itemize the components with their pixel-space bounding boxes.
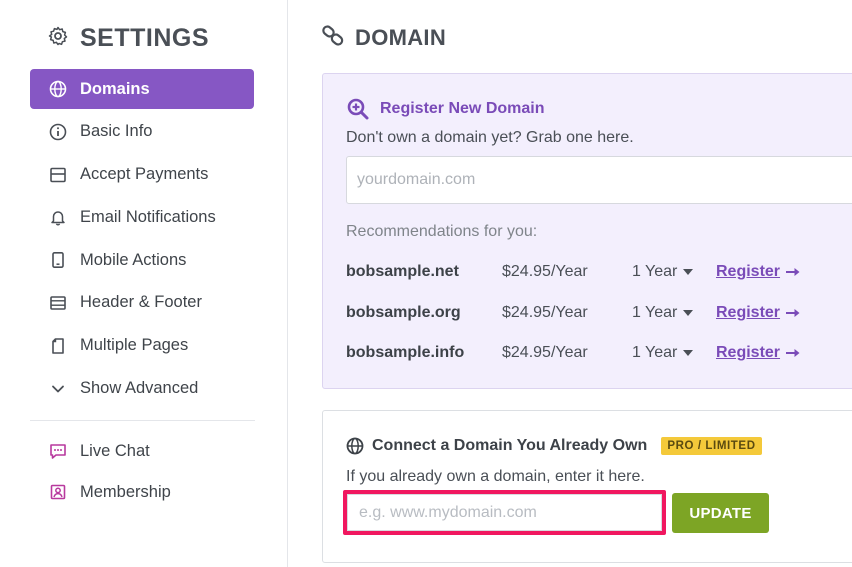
sidebar-item-mobile-actions[interactable]: Mobile Actions <box>30 240 254 280</box>
sidebar-item-header-footer[interactable]: Header & Footer <box>30 283 254 323</box>
chat-icon <box>50 444 66 459</box>
register-title: Register New Domain <box>380 100 545 117</box>
term-select[interactable]: 1 Year <box>632 263 716 281</box>
caret-down-icon <box>683 310 694 316</box>
arrow-right-icon <box>786 268 800 276</box>
chevron-down-icon <box>52 385 64 392</box>
arrow-right-icon <box>786 309 800 317</box>
recommendation-row: bobsample.org $24.95/Year 1 Year Registe… <box>346 301 800 325</box>
existing-domain-input[interactable]: e.g. www.mydomain.com <box>347 494 662 531</box>
connect-title: Connect a Domain You Already Own <box>372 437 648 454</box>
credit-card-icon <box>50 167 66 182</box>
existing-domain-placeholder: e.g. www.mydomain.com <box>359 503 537 521</box>
sidebar-item-live-chat[interactable]: Live Chat <box>30 431 254 471</box>
sidebar-item-label: Accept Payments <box>80 165 209 184</box>
pro-limited-badge: PRO / LIMITED <box>661 437 762 455</box>
page-title-bar: DOMAIN <box>321 24 446 52</box>
domain-search-placeholder: yourdomain.com <box>357 171 476 188</box>
page-title: DOMAIN <box>355 25 447 50</box>
info-icon <box>49 123 67 141</box>
register-heading: Register New Domain <box>346 97 544 121</box>
highlight-box: e.g. www.mydomain.com <box>343 490 666 535</box>
sidebar-item-label: Show Advanced <box>80 379 199 398</box>
domain-name: bobsample.net <box>346 263 459 280</box>
sidebar-item-show-advanced[interactable]: Show Advanced <box>30 369 254 409</box>
sidebar-item-label: Basic Info <box>80 122 153 141</box>
register-link[interactable]: Register <box>716 304 800 322</box>
sidebar-item-accept-payments[interactable]: Accept Payments <box>30 155 254 195</box>
sidebar-item-label: Live Chat <box>80 441 150 460</box>
register-domain-card: Register New Domain Don't own a domain y… <box>322 73 852 389</box>
sidebar-item-multiple-pages[interactable]: Multiple Pages <box>30 326 254 366</box>
gear-icon <box>48 26 68 51</box>
sidebar-title: SETTINGS <box>80 23 210 52</box>
term-value: 1 Year <box>632 344 678 361</box>
term-select[interactable]: 1 Year <box>632 304 716 322</box>
sidebar-item-label: Multiple Pages <box>80 336 189 355</box>
globe-icon <box>346 437 364 455</box>
register-subtitle: Don't own a domain yet? Grab one here. <box>346 129 634 146</box>
sidebar-item-label: Domains <box>80 79 150 98</box>
register-link[interactable]: Register <box>716 263 800 281</box>
term-value: 1 Year <box>632 263 678 280</box>
recommendation-row: bobsample.info $24.95/Year 1 Year Regist… <box>346 341 800 365</box>
domain-search-input[interactable]: yourdomain.com <box>346 156 852 204</box>
register-link-label: Register <box>716 344 781 361</box>
sidebar-item-membership[interactable]: Membership <box>30 472 254 512</box>
sidebar: SETTINGS Domains Basic Info Accept Payme… <box>0 0 288 567</box>
connect-domain-card: Connect a Domain You Already Own PRO / L… <box>322 410 852 563</box>
domain-price: $24.95/Year <box>502 304 588 321</box>
sidebar-item-label: Membership <box>80 482 171 501</box>
extra-nav: Live Chat Membership <box>30 431 254 513</box>
bell-icon <box>51 211 65 226</box>
link-icon <box>321 24 345 52</box>
recommendation-row: bobsample.net $24.95/Year 1 Year Registe… <box>346 260 800 284</box>
register-link-label: Register <box>716 263 781 280</box>
sidebar-header: SETTINGS <box>48 24 209 52</box>
mobile-icon <box>52 252 64 269</box>
register-link[interactable]: Register <box>716 344 800 362</box>
connect-subtitle: If you already own a domain, enter it he… <box>346 468 645 485</box>
settings-nav: Domains Basic Info Accept Payments Email… <box>30 69 254 411</box>
domain-price: $24.95/Year <box>502 263 588 280</box>
sidebar-item-label: Mobile Actions <box>80 250 187 269</box>
register-link-label: Register <box>716 304 781 321</box>
header-footer-icon <box>50 296 66 310</box>
sidebar-divider <box>30 420 255 421</box>
pages-icon <box>52 337 64 354</box>
caret-down-icon <box>683 350 694 356</box>
membership-icon <box>50 484 66 500</box>
sidebar-item-email-notifications[interactable]: Email Notifications <box>30 197 254 237</box>
sidebar-item-domains[interactable]: Domains <box>30 69 254 109</box>
domain-name: bobsample.org <box>346 304 461 321</box>
connect-heading: Connect a Domain You Already Own PRO / L… <box>346 437 762 455</box>
domain-price: $24.95/Year <box>502 344 588 361</box>
domain-name: bobsample.info <box>346 344 465 361</box>
search-plus-icon <box>347 98 369 120</box>
recommendations-label: Recommendations for you: <box>346 223 538 240</box>
sidebar-item-basic-info[interactable]: Basic Info <box>30 112 254 152</box>
arrow-right-icon <box>786 349 800 357</box>
caret-down-icon <box>683 269 694 275</box>
sidebar-item-label: Email Notifications <box>80 207 216 226</box>
globe-icon <box>49 80 67 98</box>
sidebar-item-label: Header & Footer <box>80 293 202 312</box>
update-button[interactable]: UPDATE <box>672 493 769 533</box>
term-value: 1 Year <box>632 304 678 321</box>
term-select[interactable]: 1 Year <box>632 344 716 362</box>
